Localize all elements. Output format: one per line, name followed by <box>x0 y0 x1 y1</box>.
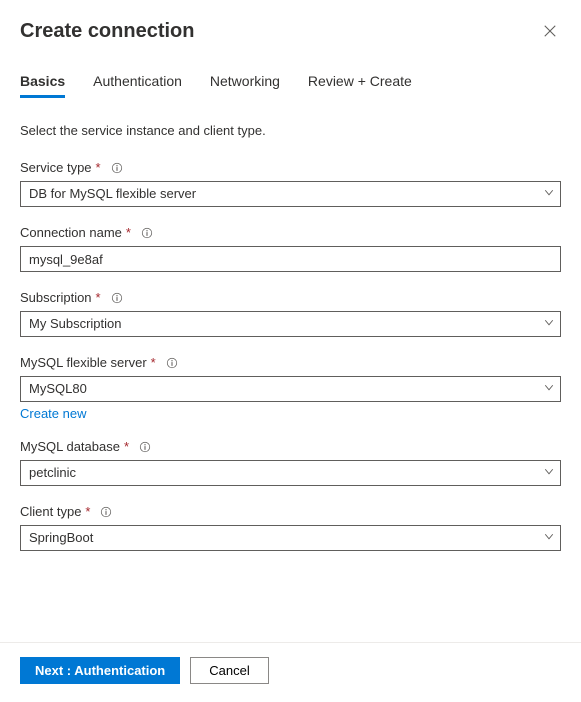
tab-basics[interactable]: Basics <box>20 73 65 98</box>
database-select[interactable]: petclinic <box>20 460 561 486</box>
service-type-select[interactable]: DB for MySQL flexible server <box>20 181 561 207</box>
client-type-label: Client type <box>20 504 81 519</box>
subscription-select[interactable]: My Subscription <box>20 311 561 337</box>
close-icon <box>543 24 557 41</box>
dialog-title: Create connection <box>20 20 194 43</box>
tab-bar: Basics Authentication Networking Review … <box>20 73 561 98</box>
required-indicator: * <box>85 504 90 519</box>
info-icon[interactable] <box>100 506 112 518</box>
required-indicator: * <box>124 439 129 454</box>
service-type-value: DB for MySQL flexible server <box>20 181 561 207</box>
info-icon[interactable] <box>139 441 151 453</box>
server-label: MySQL flexible server <box>20 355 147 370</box>
required-indicator: * <box>126 225 131 240</box>
client-type-value: SpringBoot <box>20 525 561 551</box>
required-indicator: * <box>96 160 101 175</box>
database-value: petclinic <box>20 460 561 486</box>
required-indicator: * <box>151 355 156 370</box>
dialog-footer: Next : Authentication Cancel <box>0 642 581 702</box>
tab-review-create[interactable]: Review + Create <box>308 73 412 98</box>
info-icon[interactable] <box>111 162 123 174</box>
tab-authentication[interactable]: Authentication <box>93 73 182 98</box>
intro-text: Select the service instance and client t… <box>20 123 561 138</box>
info-icon[interactable] <box>141 227 153 239</box>
close-button[interactable] <box>539 20 561 45</box>
service-type-label: Service type <box>20 160 92 175</box>
subscription-label: Subscription <box>20 290 92 305</box>
server-value: MySQL80 <box>20 376 561 402</box>
database-label: MySQL database <box>20 439 120 454</box>
tab-networking[interactable]: Networking <box>210 73 280 98</box>
info-icon[interactable] <box>111 292 123 304</box>
create-new-link[interactable]: Create new <box>20 406 86 421</box>
connection-name-label: Connection name <box>20 225 122 240</box>
info-icon[interactable] <box>166 357 178 369</box>
next-button[interactable]: Next : Authentication <box>20 657 180 684</box>
cancel-button[interactable]: Cancel <box>190 657 268 684</box>
required-indicator: * <box>96 290 101 305</box>
connection-name-input[interactable] <box>20 246 561 272</box>
server-select[interactable]: MySQL80 <box>20 376 561 402</box>
client-type-select[interactable]: SpringBoot <box>20 525 561 551</box>
subscription-value: My Subscription <box>20 311 561 337</box>
